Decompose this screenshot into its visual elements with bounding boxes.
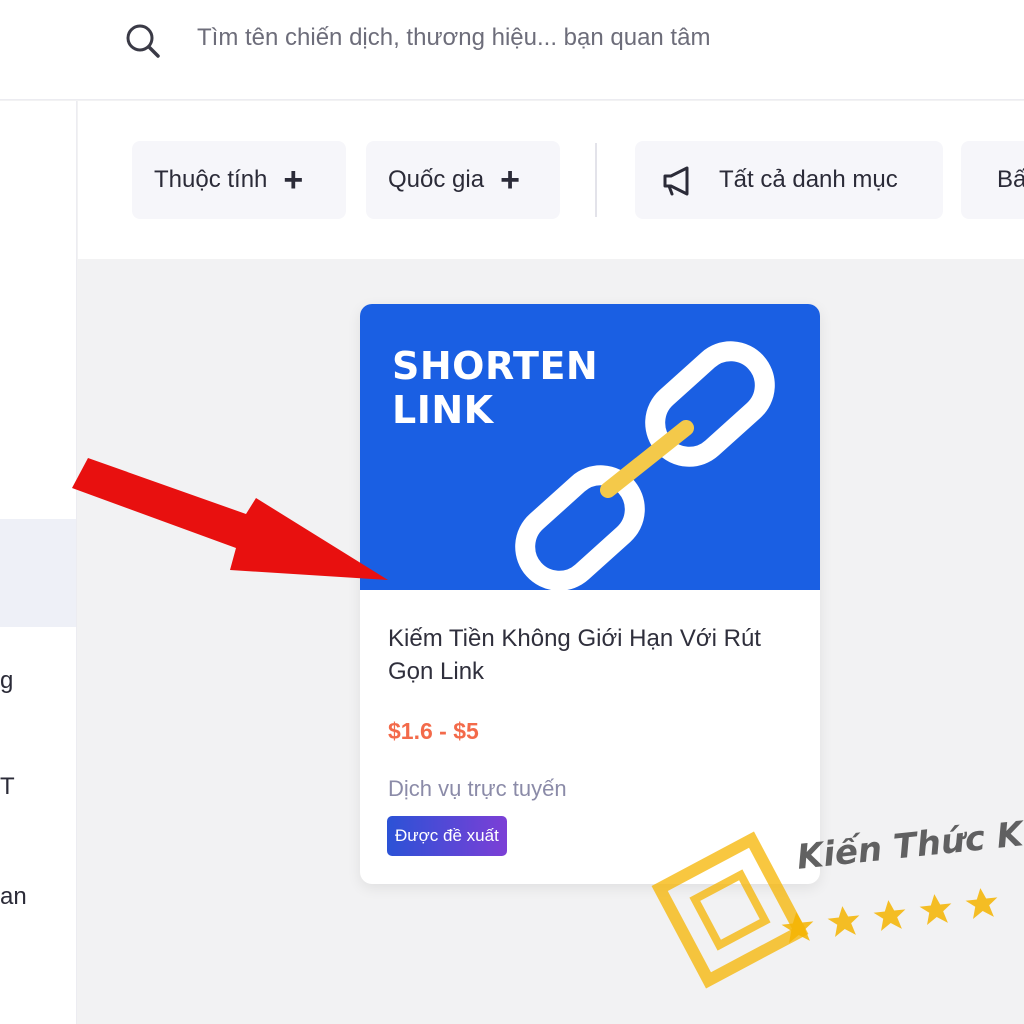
plus-icon: + xyxy=(283,161,304,199)
search-input[interactable]: Tìm tên chiến dịch, thương hiệu... bạn q… xyxy=(197,20,710,56)
campaign-card[interactable]: SHORTEN LINK Kiếm Tiền Không Giới Hạn Vớ… xyxy=(360,304,820,884)
campaign-category: Dịch vụ trực tuyến xyxy=(388,776,567,801)
top-search-bar: Tìm tên chiến dịch, thương hiệu... bạn q… xyxy=(0,0,1024,100)
campaign-banner-image[interactable]: SHORTEN LINK xyxy=(360,304,820,590)
filter-divider xyxy=(595,143,597,217)
megaphone-icon xyxy=(663,166,689,196)
sidebar-item-fragment[interactable]: T xyxy=(0,773,15,801)
sidebar-item-active[interactable] xyxy=(0,519,76,627)
campaign-title[interactable]: Kiếm Tiền Không Giới Hạn Với Rút Gọn Lin… xyxy=(388,622,788,688)
filter-category-button[interactable]: Tất cả danh mục xyxy=(635,141,943,219)
search-icon[interactable] xyxy=(122,20,162,60)
filter-attribute-button[interactable]: Thuộc tính + xyxy=(132,141,346,219)
campaign-price: $1.6 - $5 xyxy=(388,718,479,744)
filter-bar: Thuộc tính + Quốc gia + Tất cả danh mục … xyxy=(78,101,1024,259)
recommended-badge: Được đề xuất xyxy=(387,816,507,856)
filter-attribute-label: Thuộc tính xyxy=(154,166,268,193)
watermark-stars xyxy=(781,888,998,944)
filter-partial-label: Bấ xyxy=(997,166,1024,193)
sidebar-item-fragment[interactable]: an xyxy=(0,883,27,911)
plus-icon: + xyxy=(500,161,520,199)
filter-country-button[interactable]: Quốc gia + xyxy=(366,141,560,219)
filter-category-label: Tất cả danh mục xyxy=(719,166,898,193)
chain-link-icon xyxy=(515,341,775,590)
filter-country-label: Quốc gia xyxy=(388,166,485,193)
filter-partial-button[interactable]: Bấ xyxy=(961,141,1024,219)
sidebar: g T an xyxy=(0,101,77,1024)
sidebar-item-fragment[interactable]: g xyxy=(0,667,13,695)
